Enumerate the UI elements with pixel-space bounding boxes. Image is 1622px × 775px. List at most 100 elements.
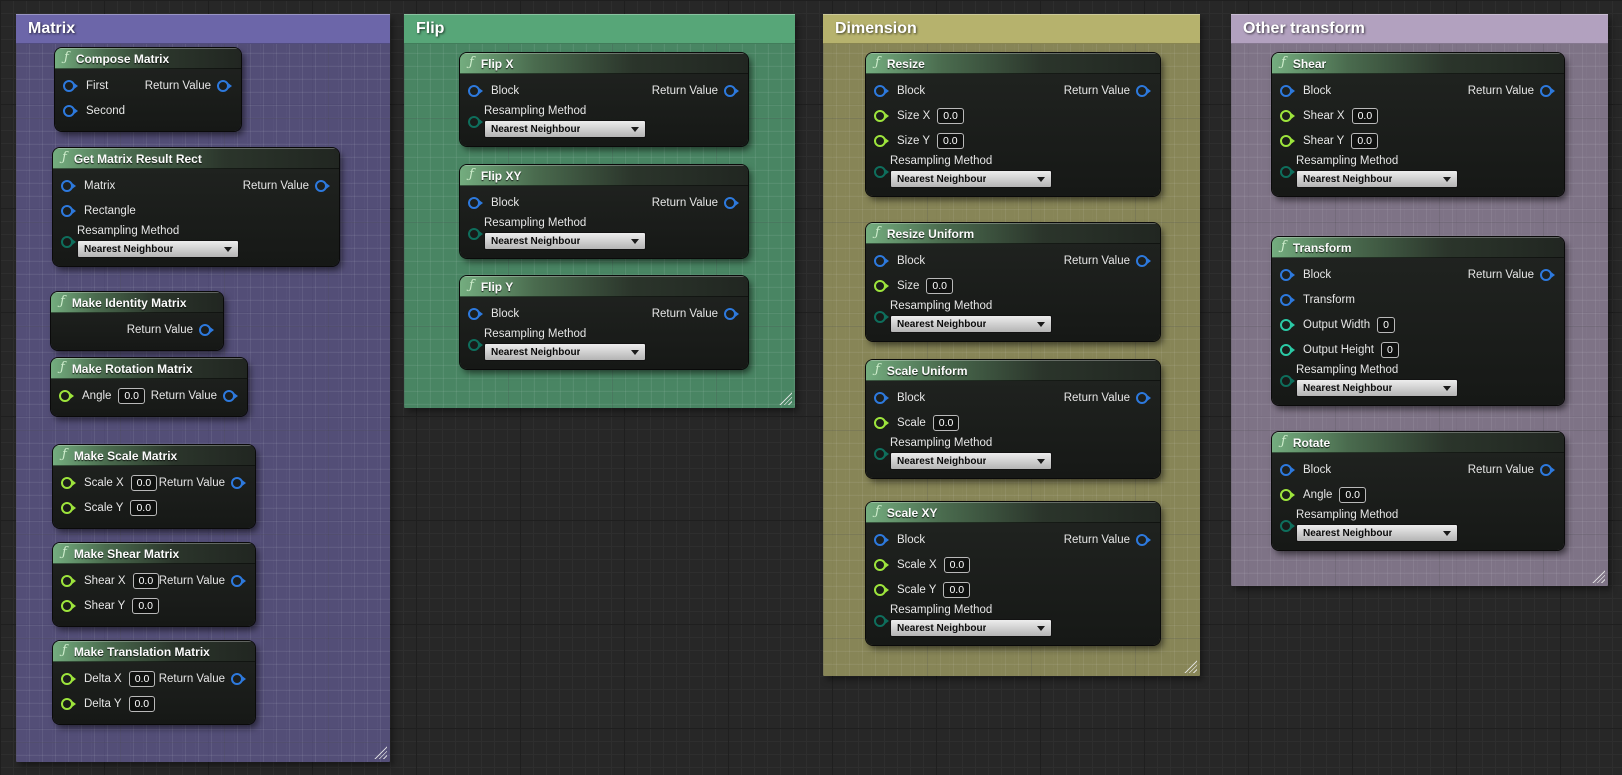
input-pin-resampling-method[interactable]: [61, 235, 76, 248]
input-pin-output-height[interactable]: [1280, 343, 1295, 356]
input-pin-rectangle[interactable]: [61, 204, 76, 217]
node-header[interactable]: ƒ Resize: [866, 53, 1160, 74]
resampling-dropdown[interactable]: Nearest Neighbour: [1296, 379, 1458, 397]
input-pin-delta-x[interactable]: [61, 672, 76, 685]
input-pin-resampling-method[interactable]: [874, 310, 889, 323]
value-input[interactable]: 0.0: [943, 556, 971, 573]
comment-header[interactable]: Flip: [404, 14, 795, 44]
resize-handle[interactable]: [1184, 660, 1197, 673]
node-make-rotation-matrix[interactable]: ƒ Make Rotation Matrix Angle 0.0 Return Valu…: [51, 358, 247, 416]
node-flip-y[interactable]: ƒ Flip Y Block Return Value Resampling Metho…: [460, 276, 748, 369]
input-pin-resampling-method[interactable]: [874, 447, 889, 460]
input-pin-scale-y[interactable]: [61, 501, 76, 514]
resampling-dropdown[interactable]: Nearest Neighbour: [890, 452, 1052, 470]
value-input[interactable]: 0.0: [937, 107, 964, 124]
value-input[interactable]: 0.0: [130, 499, 158, 516]
value-input[interactable]: 0.0: [118, 387, 146, 404]
output-pin-return-value[interactable]: [199, 323, 214, 336]
value-input[interactable]: 0.0: [130, 474, 158, 491]
node-get-matrix-result-rect[interactable]: ƒ Get Matrix Result Rect Matrix Return Valu…: [53, 148, 339, 266]
value-input[interactable]: 0.0: [926, 277, 953, 294]
node-header[interactable]: ƒ Get Matrix Result Rect: [53, 148, 339, 169]
value-input[interactable]: 0.0: [1339, 486, 1367, 503]
output-pin-return-value[interactable]: [1540, 84, 1555, 97]
node-compose-matrix[interactable]: ƒ Compose Matrix First Return Value Second: [55, 48, 241, 131]
node-header[interactable]: ƒ Compose Matrix: [55, 48, 241, 69]
node-shear[interactable]: ƒ Shear Block Return Value Shear X 0.0 Shear Y…: [1272, 53, 1564, 196]
input-pin-angle[interactable]: [1280, 488, 1295, 501]
resampling-dropdown[interactable]: Nearest Neighbour: [890, 315, 1052, 333]
input-pin-block[interactable]: [1280, 268, 1295, 281]
node-header[interactable]: ƒ Shear: [1272, 53, 1564, 74]
input-pin-matrix[interactable]: [61, 179, 76, 192]
resize-handle[interactable]: [1592, 570, 1605, 583]
node-flip-x[interactable]: ƒ Flip X Block Return Value Resampling Metho…: [460, 53, 748, 146]
input-pin-block[interactable]: [1280, 463, 1295, 476]
node-resize-uniform[interactable]: ƒ Resize Uniform Block Return Value Size 0.0 R…: [866, 223, 1160, 341]
input-pin-shear-x[interactable]: [61, 574, 76, 587]
value-input[interactable]: 0.0: [132, 597, 159, 614]
node-header[interactable]: ƒ Rotate: [1272, 432, 1564, 453]
input-pin-scale-x[interactable]: [874, 558, 889, 571]
input-pin-size[interactable]: [874, 279, 889, 292]
node-make-shear-matrix[interactable]: ƒ Make Shear Matrix Shear X 0.0 Return Value…: [53, 543, 255, 626]
input-pin-block[interactable]: [468, 196, 483, 209]
node-header[interactable]: ƒ Scale Uniform: [866, 360, 1160, 381]
output-pin-return-value[interactable]: [1540, 268, 1555, 281]
input-pin-size-x[interactable]: [874, 109, 889, 122]
node-header[interactable]: ƒ Flip X: [460, 53, 748, 74]
node-scale-xy[interactable]: ƒ Scale XY Block Return Value Scale X 0.0 Scal…: [866, 502, 1160, 645]
input-pin-resampling-method[interactable]: [1280, 374, 1295, 387]
input-pin-block[interactable]: [874, 533, 889, 546]
input-pin-resampling-method[interactable]: [874, 165, 889, 178]
input-pin-block[interactable]: [874, 84, 889, 97]
resampling-dropdown[interactable]: Nearest Neighbour: [890, 170, 1052, 188]
output-pin-return-value[interactable]: [1136, 84, 1151, 97]
output-pin-return-value[interactable]: [231, 672, 246, 685]
input-pin-shear-y[interactable]: [61, 599, 76, 612]
node-transform[interactable]: ƒ Transform Block Return Value Transform Outp…: [1272, 237, 1564, 405]
input-pin-resampling-method[interactable]: [468, 227, 483, 240]
value-input[interactable]: 0.0: [1351, 132, 1378, 149]
value-input[interactable]: 0.0: [132, 572, 160, 589]
node-header[interactable]: ƒ Scale XY: [866, 502, 1160, 523]
resize-handle[interactable]: [374, 746, 387, 759]
output-pin-return-value[interactable]: [231, 476, 246, 489]
input-pin-transform[interactable]: [1280, 293, 1295, 306]
node-header[interactable]: ƒ Make Shear Matrix: [53, 543, 255, 564]
input-pin-scale-y[interactable]: [874, 583, 889, 596]
output-pin-return-value[interactable]: [1136, 254, 1151, 267]
input-pin-resampling-method[interactable]: [468, 115, 483, 128]
node-resize[interactable]: ƒ Resize Block Return Value Size X 0.0 Size Y 0…: [866, 53, 1160, 196]
input-pin-first[interactable]: [63, 79, 78, 92]
value-input[interactable]: 0.0: [937, 132, 964, 149]
node-header[interactable]: ƒ Make Rotation Matrix: [51, 358, 247, 379]
output-pin-return-value[interactable]: [724, 307, 739, 320]
output-pin-return-value[interactable]: [1540, 463, 1555, 476]
node-rotate[interactable]: ƒ Rotate Block Return Value Angle 0.0 Resampli…: [1272, 432, 1564, 550]
node-header[interactable]: ƒ Make Scale Matrix: [53, 445, 255, 466]
input-pin-output-width[interactable]: [1280, 318, 1295, 331]
input-pin-resampling-method[interactable]: [1280, 519, 1295, 532]
node-header[interactable]: ƒ Transform: [1272, 237, 1564, 258]
input-pin-block[interactable]: [874, 391, 889, 404]
resampling-dropdown[interactable]: Nearest Neighbour: [484, 343, 646, 361]
node-header[interactable]: ƒ Resize Uniform: [866, 223, 1160, 244]
input-pin-size-y[interactable]: [874, 134, 889, 147]
input-pin-shear-x[interactable]: [1280, 109, 1295, 122]
resampling-dropdown[interactable]: Nearest Neighbour: [890, 619, 1052, 637]
resampling-dropdown[interactable]: Nearest Neighbour: [484, 120, 646, 138]
value-input[interactable]: 0: [1380, 341, 1399, 358]
input-pin-block[interactable]: [468, 307, 483, 320]
output-pin-return-value[interactable]: [231, 574, 246, 587]
value-input[interactable]: 0: [1377, 316, 1395, 333]
value-input[interactable]: 0.0: [128, 695, 156, 712]
input-pin-second[interactable]: [63, 104, 78, 117]
node-make-identity-matrix[interactable]: ƒ Make Identity Matrix Return Value: [51, 292, 223, 350]
node-scale-uniform[interactable]: ƒ Scale Uniform Block Return Value Scale 0.0 R…: [866, 360, 1160, 478]
value-input[interactable]: 0.0: [932, 414, 960, 431]
resampling-dropdown[interactable]: Nearest Neighbour: [1296, 524, 1458, 542]
resampling-dropdown[interactable]: Nearest Neighbour: [77, 240, 239, 258]
blueprint-graph-canvas[interactable]: Matrix ƒ Compose Matrix First Return Value Se…: [0, 0, 1622, 775]
node-header[interactable]: ƒ Make Translation Matrix: [53, 641, 255, 662]
